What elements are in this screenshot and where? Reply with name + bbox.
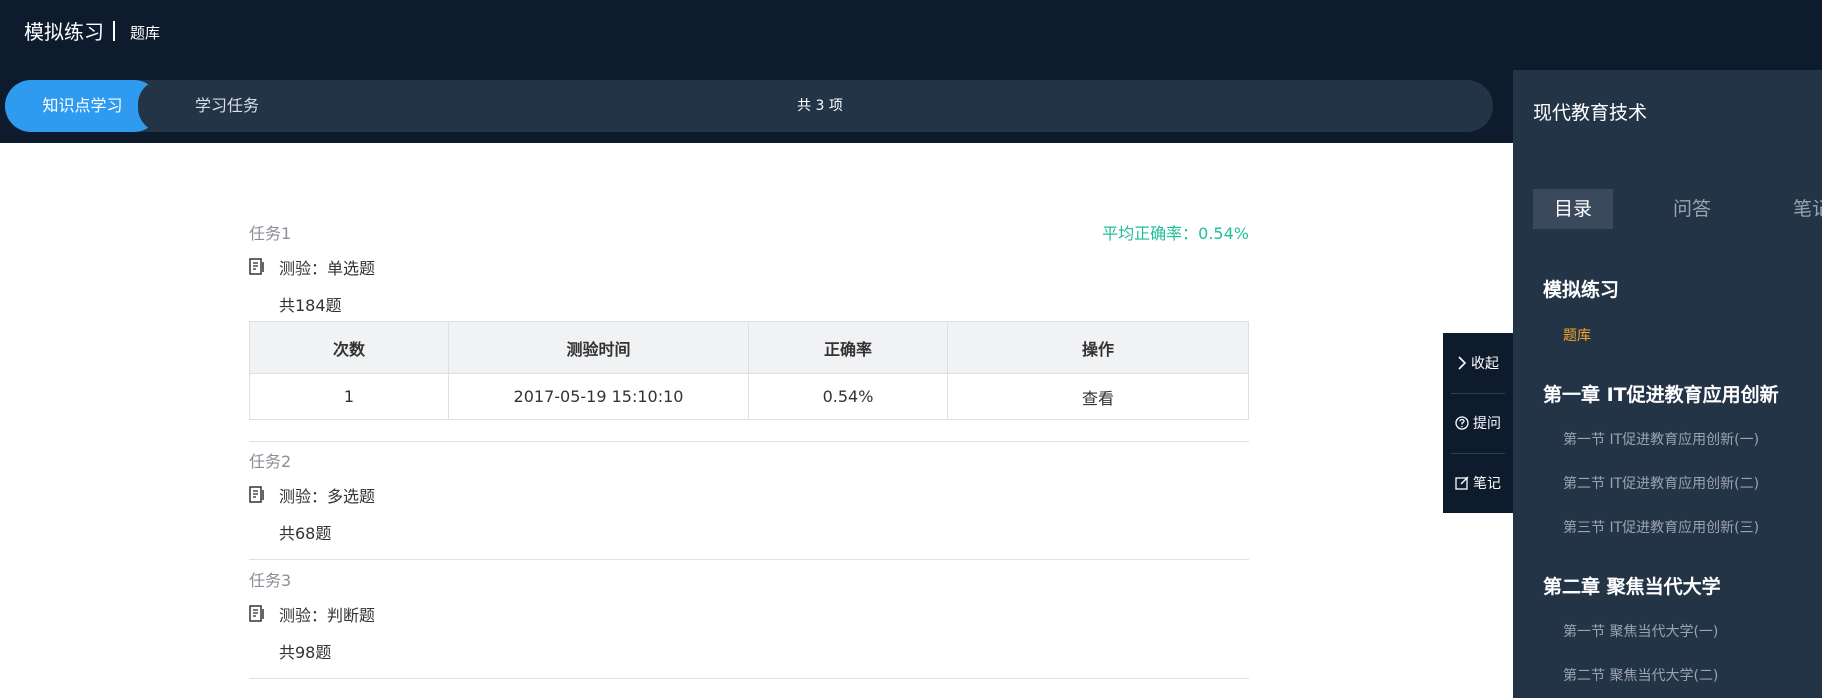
task-title: 任务2 bbox=[249, 452, 292, 471]
question-count: 共98题 bbox=[279, 643, 332, 662]
quiz-label: 测验：单选题 bbox=[279, 259, 376, 278]
quiz-row[interactable]: 测验：单选题 bbox=[249, 256, 375, 278]
question-circle-icon bbox=[1455, 416, 1469, 430]
column-header: 操作 bbox=[947, 321, 1249, 374]
section-item[interactable]: 第二节 IT促进教育应用创新(二) bbox=[1563, 473, 1759, 493]
quiz-row[interactable]: 测验：判断题 bbox=[249, 603, 375, 625]
chapter-heading: 第二章 聚焦当代大学 bbox=[1543, 576, 1721, 598]
column-header: 测验时间 bbox=[448, 321, 749, 374]
view-link[interactable]: 查看 bbox=[947, 373, 1249, 420]
quiz-icon bbox=[249, 258, 264, 275]
edit-note-icon bbox=[1455, 476, 1469, 490]
tab-catalog[interactable]: 目录 bbox=[1533, 189, 1613, 229]
app-title: 模拟练习 bbox=[24, 20, 104, 44]
attempt-number: 1 bbox=[249, 373, 449, 420]
chevron-right-icon bbox=[1457, 356, 1467, 370]
column-header: 正确率 bbox=[748, 321, 948, 374]
section-item[interactable]: 第三节 IT促进教育应用创新(三) bbox=[1563, 517, 1759, 537]
section-item-active[interactable]: 题库 bbox=[1563, 325, 1591, 345]
average-accuracy: 平均正确率：0.54% bbox=[1102, 224, 1249, 243]
task-divider bbox=[249, 559, 1249, 560]
section-heading: 模拟练习 bbox=[1543, 279, 1620, 301]
note-label: 笔记 bbox=[1473, 476, 1501, 492]
section-item[interactable]: 第一节 IT促进教育应用创新(一) bbox=[1563, 429, 1759, 449]
top-bar: 模拟练习 题库 bbox=[0, 0, 1822, 70]
column-header: 次数 bbox=[249, 321, 449, 374]
section-item[interactable]: 第二节 聚焦当代大学(二) bbox=[1563, 665, 1718, 685]
table-header-row: 次数 测验时间 正确率 操作 bbox=[249, 321, 1249, 374]
task-divider bbox=[249, 441, 1249, 442]
collapse-label: 收起 bbox=[1471, 356, 1499, 372]
task-divider bbox=[249, 678, 1249, 679]
title-separator bbox=[113, 21, 115, 41]
quiz-row[interactable]: 测验：多选题 bbox=[249, 484, 375, 506]
ask-button[interactable]: 提问 bbox=[1443, 393, 1513, 453]
results-table: 次数 测验时间 正确率 操作 1 2017-05-19 15:10:10 0.5… bbox=[249, 321, 1249, 420]
quiz-label: 测验：判断题 bbox=[279, 606, 376, 625]
chapter-heading: 第一章 IT促进教育应用创新 bbox=[1543, 384, 1779, 406]
floating-toolbar: 收起 提问 笔记 bbox=[1443, 333, 1513, 513]
course-title: 现代教育技术 bbox=[1533, 102, 1648, 124]
section-item[interactable]: 第一节 聚焦当代大学(一) bbox=[1563, 621, 1718, 641]
tab-notes[interactable]: 笔记 bbox=[1793, 189, 1822, 229]
breadcrumb[interactable]: 题库 bbox=[130, 22, 160, 44]
task-title: 任务1 bbox=[249, 224, 292, 243]
collapse-button[interactable]: 收起 bbox=[1443, 333, 1513, 393]
quiz-icon bbox=[249, 486, 264, 503]
ask-label: 提问 bbox=[1473, 416, 1501, 432]
note-button[interactable]: 笔记 bbox=[1443, 453, 1513, 513]
item-count: 共 3 项 bbox=[797, 98, 843, 114]
tab-learning-tasks[interactable]: 学习任务 bbox=[195, 80, 259, 132]
tab-knowledge-study[interactable]: 知识点学习 bbox=[5, 80, 160, 132]
question-count: 共68题 bbox=[279, 524, 332, 543]
task-title: 任务3 bbox=[249, 571, 292, 590]
accuracy-rate: 0.54% bbox=[748, 373, 948, 420]
tab-qa[interactable]: 问答 bbox=[1673, 189, 1711, 229]
quiz-icon bbox=[249, 605, 264, 622]
question-count: 共184题 bbox=[279, 296, 342, 315]
table-row: 1 2017-05-19 15:10:10 0.54% 查看 bbox=[249, 373, 1249, 420]
quiz-time: 2017-05-19 15:10:10 bbox=[448, 373, 749, 420]
quiz-label: 测验：多选题 bbox=[279, 487, 376, 506]
